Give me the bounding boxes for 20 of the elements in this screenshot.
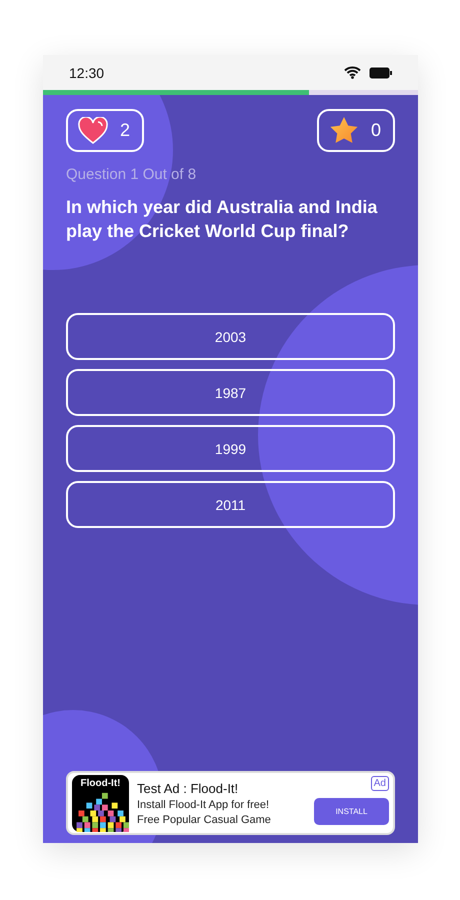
status-time: 12:30 [69,64,104,80]
ad-title: Test Ad : Flood-It! [137,780,240,796]
lives-count: 2 [120,120,130,141]
install-button[interactable]: INSTALL [314,798,389,825]
question-text: In which year did Australia and India play the Cricket World Cup final? [66,196,378,243]
question-counter: Question 1 Out of 8 [66,166,198,183]
answer-option[interactable]: 2011 [66,481,395,528]
score-count: 0 [370,120,381,141]
wifi-icon [344,66,361,79]
heart-icon [78,117,108,144]
star-icon [328,116,359,145]
ad-banner[interactable]: Flood-It! Test Ad : Flood-It! Install Flood-It App for free! Free Popular Casual Game Ad INSTALL [66,771,395,835]
ad-badge: Ad [370,776,389,791]
ad-description: Install Flood-It App for free! [137,798,270,810]
answer-option[interactable]: 1999 [66,425,395,472]
answer-option[interactable]: 1987 [66,369,395,416]
app-icon: Flood-It! [72,774,129,832]
battery-icon [369,66,392,78]
answer-option[interactable]: 2003 [66,313,395,360]
ad-description: Free Popular Casual Game [137,814,272,826]
